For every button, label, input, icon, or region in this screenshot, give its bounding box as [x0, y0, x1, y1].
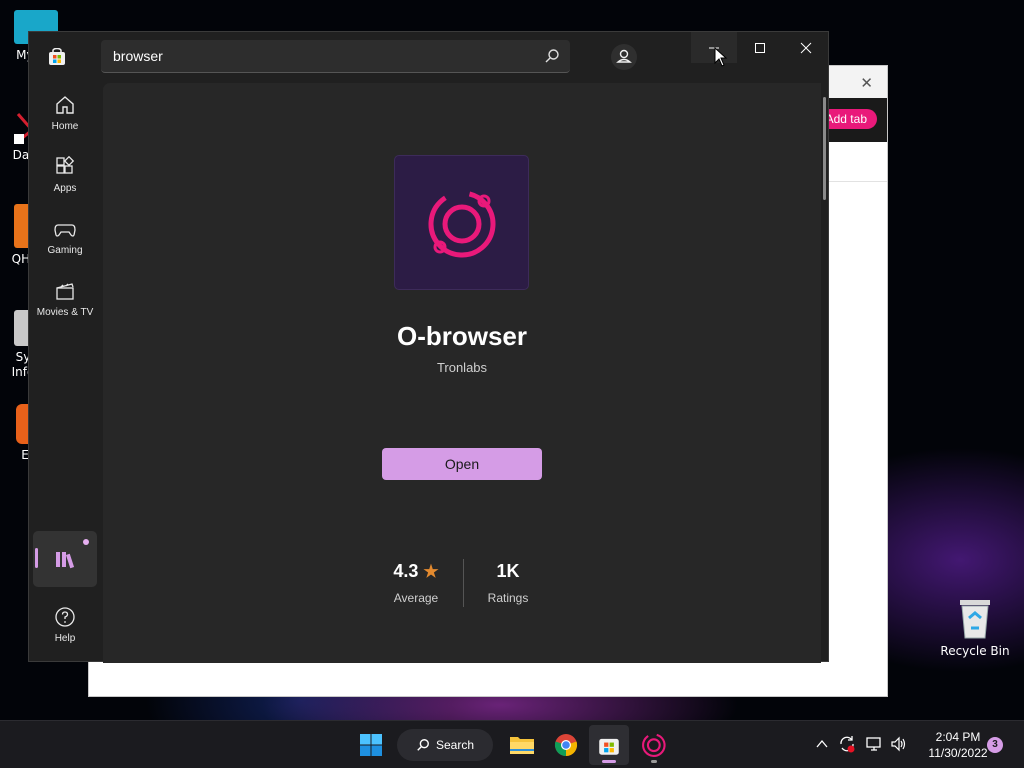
taskbar: Search 2:04 PM 11/30/2022 3	[0, 720, 1024, 768]
search-icon[interactable]	[544, 48, 560, 64]
help-icon	[55, 607, 75, 627]
nav-gaming-label: Gaming	[47, 245, 83, 256]
o-browser-logo-icon	[428, 190, 496, 258]
ratings-count-value: 1K	[496, 561, 520, 581]
show-hidden-icons-button[interactable]	[815, 737, 829, 756]
scrollbar-thumb[interactable]	[823, 97, 826, 200]
maximize-icon	[755, 42, 765, 53]
running-app-indicator	[651, 760, 657, 763]
chevron-up-icon	[816, 739, 828, 748]
movies-clapper-icon	[56, 283, 74, 300]
taskbar-search-button[interactable]: Search	[397, 729, 493, 761]
nav-home-label: Home	[51, 121, 79, 132]
store-window[interactable]: Home Apps Gaming Movies & TV	[28, 31, 829, 663]
network-icon	[866, 737, 881, 751]
chrome-icon	[554, 734, 578, 757]
open-button[interactable]: Open	[382, 448, 542, 480]
gaming-controller-icon	[54, 224, 76, 237]
network-button[interactable]	[865, 735, 883, 758]
rating-stat: 4.3 ★ Average	[371, 561, 461, 605]
close-icon	[800, 42, 812, 53]
nav-movies-tv[interactable]: Movies & TV	[33, 274, 97, 330]
taskbar-microsoft-store[interactable]	[589, 725, 629, 765]
ratings-count-stat: 1K Ratings	[463, 561, 553, 605]
ratings-count-label: Ratings	[487, 591, 529, 605]
user-icon	[616, 49, 632, 63]
library-icon	[56, 552, 75, 569]
nav-help-label: Help	[54, 633, 76, 644]
nav-home[interactable]: Home	[33, 88, 97, 144]
store-icon	[599, 738, 619, 755]
notification-badge[interactable]: 3	[987, 737, 1003, 753]
folder-icon	[510, 737, 534, 754]
start-button[interactable]	[351, 725, 391, 765]
taskbar-o-browser[interactable]	[634, 725, 674, 765]
clock-date: 11/30/2022	[928, 746, 988, 760]
taskbar-search-label: Search	[435, 738, 475, 752]
close-button[interactable]	[783, 32, 829, 63]
app-details-pane: O-browser Tronlabs Open 4.3 ★ Average 1K…	[103, 83, 821, 663]
taskbar-file-explorer[interactable]	[502, 725, 542, 765]
store-logo-icon	[48, 47, 66, 66]
star-icon: ★	[423, 562, 439, 581]
search-input[interactable]	[113, 40, 533, 72]
clock-button[interactable]: 2:04 PM 11/30/2022	[918, 729, 998, 761]
nav-movies-tv-label: Movies & TV	[36, 307, 94, 318]
recycle-bin-icon	[957, 598, 993, 640]
home-icon	[56, 96, 74, 114]
account-button[interactable]	[611, 44, 637, 70]
nav-gaming[interactable]: Gaming	[33, 212, 97, 268]
o-browser-icon	[642, 733, 666, 757]
clock-time: 2:04 PM	[935, 730, 981, 744]
windows-start-icon	[360, 734, 382, 756]
speaker-icon	[891, 736, 906, 752]
sync-icon	[840, 736, 855, 753]
sync-status-button[interactable]	[838, 735, 856, 758]
rating-label: Average	[393, 591, 439, 605]
app-logo	[394, 155, 529, 290]
maximize-button[interactable]	[737, 32, 783, 63]
desktop-icon-recycle-bin[interactable]: Recycle Bin	[940, 598, 1010, 658]
volume-button[interactable]	[890, 735, 908, 758]
active-app-indicator	[602, 760, 616, 763]
rating-value: 4.3	[393, 561, 419, 581]
search-icon	[417, 739, 429, 751]
nav-help[interactable]: Help	[33, 600, 97, 656]
library-button[interactable]	[33, 531, 97, 587]
app-title: O-browser	[396, 321, 528, 351]
mouse-cursor-icon	[714, 46, 728, 71]
selection-indicator	[35, 548, 38, 568]
app-developer-link[interactable]: Tronlabs	[312, 360, 612, 375]
close-icon[interactable]: ✕	[860, 74, 873, 92]
search-box[interactable]	[101, 40, 570, 73]
taskbar-chrome[interactable]	[546, 725, 586, 765]
nav-apps[interactable]: Apps	[33, 150, 97, 206]
apps-icon	[56, 156, 75, 174]
recycle-bin-label: Recycle Bin	[940, 644, 1010, 658]
nav-apps-label: Apps	[53, 183, 77, 194]
update-badge	[83, 539, 89, 545]
